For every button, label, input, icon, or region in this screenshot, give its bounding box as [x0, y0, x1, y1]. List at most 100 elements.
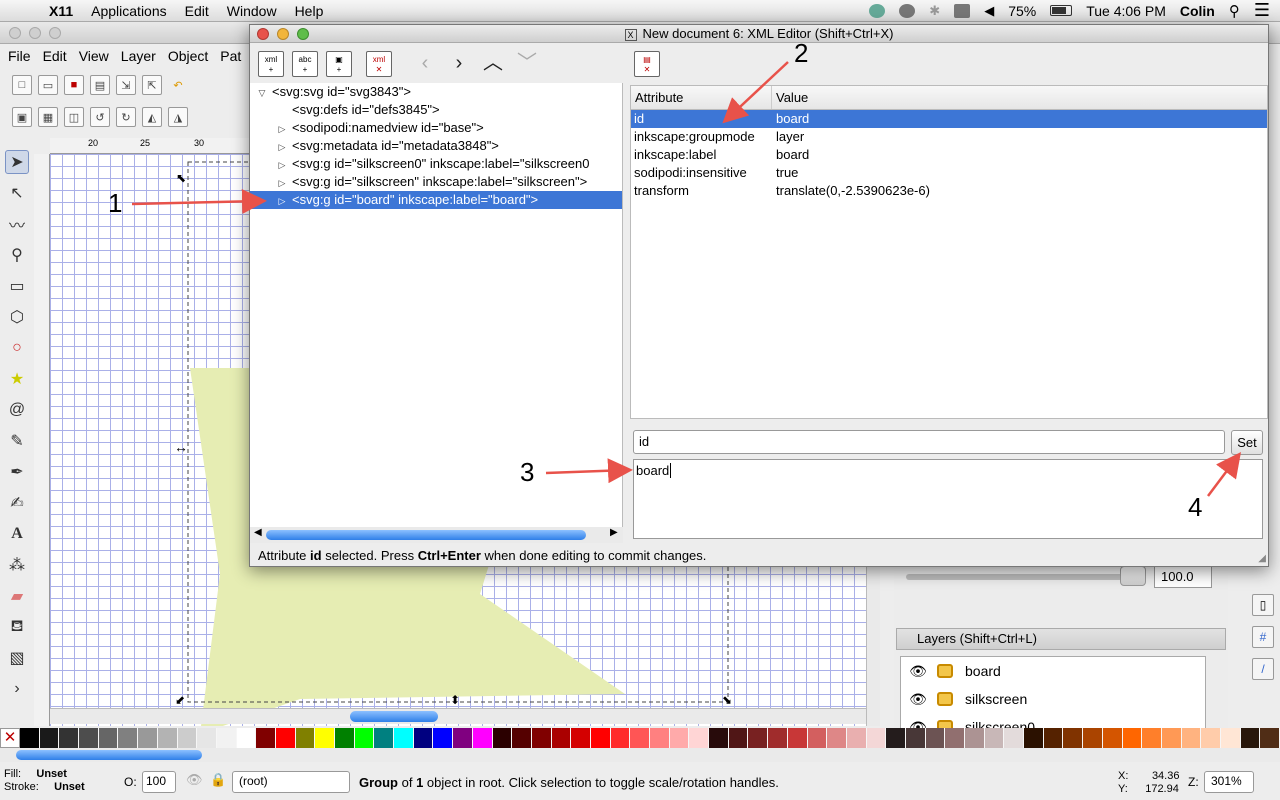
menu-window[interactable]: Window	[218, 3, 286, 19]
delete-attribute-icon[interactable]: ▤ ✕	[634, 51, 660, 77]
flip-vertical-icon[interactable]: ◮	[168, 107, 188, 127]
tree-horizontal-scrollbar[interactable]: ◀ ▶	[250, 527, 623, 543]
select-all-layers-icon[interactable]: ▦	[38, 107, 58, 127]
color-swatch[interactable]	[413, 728, 434, 748]
delete-node-icon[interactable]: xml ✕	[366, 51, 392, 77]
color-swatch[interactable]	[275, 728, 296, 748]
value-column-header[interactable]: Value	[772, 86, 808, 109]
new-element-node-icon[interactable]: xml +	[258, 51, 284, 77]
menu-applications[interactable]: Applications	[82, 3, 176, 19]
canvas-horizontal-scrollbar[interactable]	[50, 708, 866, 724]
print-icon[interactable]: ▤	[90, 75, 110, 95]
color-swatch[interactable]	[787, 728, 808, 748]
color-swatch[interactable]	[1083, 728, 1103, 748]
opacity-slider[interactable]	[906, 574, 1146, 580]
color-swatch[interactable]	[1102, 728, 1123, 748]
clock[interactable]: Tue 4:06 PM	[1086, 3, 1166, 19]
zoom-input[interactable]: 301%	[1204, 771, 1254, 793]
menu-help[interactable]: Help	[286, 3, 333, 19]
status-app-icon[interactable]	[869, 3, 886, 18]
menu-app-name[interactable]: X11	[40, 3, 82, 19]
color-swatch[interactable]	[748, 728, 769, 748]
menu-layer[interactable]: Layer	[115, 48, 162, 64]
bucket-tool-icon[interactable]: ⛾	[5, 615, 29, 639]
guides-toggle-icon[interactable]: /	[1252, 658, 1274, 680]
color-swatch[interactable]	[846, 728, 867, 748]
color-swatch[interactable]	[1161, 728, 1182, 748]
star-tool-icon[interactable]: ★	[5, 367, 29, 391]
layer-row[interactable]: 👁 board	[901, 657, 1205, 685]
spray-tool-icon[interactable]: ⁂	[5, 553, 29, 577]
visibility-eye-icon[interactable]: 👁	[907, 663, 929, 680]
xml-minimize-button[interactable]	[277, 28, 289, 40]
menu-path[interactable]: Pat	[214, 48, 247, 64]
tree-scroll-thumb[interactable]	[266, 530, 586, 540]
attribute-row[interactable]: sodipodi:insensitive true	[631, 164, 1267, 182]
duplicate-node-icon[interactable]: ▣ +	[326, 51, 352, 77]
xml-tree-node[interactable]: ▷ <svg:metadata id="metadata3848">	[250, 137, 622, 155]
layer-row[interactable]: 👁 silkscreen	[901, 685, 1205, 713]
scroll-right-icon[interactable]: ▶	[610, 527, 618, 538]
color-swatch[interactable]	[1043, 728, 1064, 748]
color-swatch[interactable]	[39, 728, 60, 748]
color-swatch[interactable]	[610, 728, 631, 748]
color-swatch[interactable]	[98, 728, 119, 748]
visibility-eye-icon[interactable]: 👁	[907, 691, 929, 708]
save-icon[interactable]: ■	[64, 75, 84, 95]
rotate-cw-icon[interactable]: ↻	[116, 107, 136, 127]
menu-edit-app[interactable]: Edit	[37, 48, 73, 64]
open-icon[interactable]: ▭	[38, 75, 58, 95]
calligraphy-tool-icon[interactable]: ✍	[5, 491, 29, 515]
expand-triangle-icon[interactable]: ▷	[276, 174, 288, 192]
color-swatch[interactable]	[20, 728, 40, 748]
color-swatch[interactable]	[1240, 728, 1261, 748]
attribute-row[interactable]: id board	[631, 110, 1267, 128]
lock-icon[interactable]	[937, 692, 953, 706]
color-swatch[interactable]	[905, 728, 926, 748]
color-swatch[interactable]	[630, 728, 650, 748]
color-swatch[interactable]	[315, 728, 335, 748]
color-swatch[interactable]	[177, 728, 198, 748]
expand-triangle-icon[interactable]: ▷	[276, 156, 288, 174]
attribute-row[interactable]: transform translate(0,-2.5390623e-6)	[631, 182, 1267, 200]
expand-triangle-icon[interactable]: ▷	[276, 138, 288, 156]
selector-tool-icon[interactable]: ➤	[5, 150, 29, 174]
xml-zoom-button[interactable]	[297, 28, 309, 40]
lower-node-icon[interactable]: ﹀	[514, 51, 540, 77]
tweak-tool-icon[interactable]: 〰	[5, 212, 29, 236]
menu-view[interactable]: View	[73, 48, 115, 64]
pencil-tool-icon[interactable]: ✎	[5, 429, 29, 453]
zoom-tool-icon[interactable]: ⚲	[5, 243, 29, 267]
color-swatch[interactable]	[689, 728, 710, 748]
volume-icon[interactable]: ◀	[984, 3, 994, 19]
xml-tree-node[interactable]: ▷ <sodipodi:namedview id="base">	[250, 119, 622, 137]
grid-toggle-icon[interactable]: #	[1252, 626, 1274, 648]
xml-tree-node[interactable]: ▷ <svg:g id="silkscreen0" inkscape:label=…	[250, 155, 622, 173]
color-swatch[interactable]	[827, 728, 847, 748]
color-swatch[interactable]	[492, 728, 513, 748]
opacity-input[interactable]: 100	[142, 771, 176, 793]
color-swatch[interactable]	[965, 728, 985, 748]
current-layer-select[interactable]: (root)	[232, 771, 350, 793]
main-minimize-button[interactable]	[29, 27, 41, 39]
attribute-column-header[interactable]: Attribute	[631, 86, 772, 109]
new-document-icon[interactable]: □	[12, 75, 32, 95]
expand-triangle-icon[interactable]: ▷	[276, 192, 288, 210]
expand-triangle-icon[interactable]: ▷	[276, 120, 288, 138]
lock-layer-icon[interactable]: 🔒	[210, 772, 226, 788]
color-swatch[interactable]	[925, 728, 946, 748]
attribute-name-input[interactable]: id	[633, 430, 1225, 454]
text-tool-icon[interactable]: A	[5, 522, 29, 546]
color-swatch[interactable]	[650, 728, 670, 748]
color-swatch[interactable]	[1201, 728, 1221, 748]
color-swatch[interactable]	[256, 728, 276, 748]
new-text-node-icon[interactable]: abc +	[292, 51, 318, 77]
color-swatch[interactable]	[551, 728, 572, 748]
color-swatch[interactable]	[197, 728, 217, 748]
color-swatch[interactable]	[157, 728, 178, 748]
eraser-tool-icon[interactable]: ▰	[5, 584, 29, 608]
color-swatch[interactable]	[1142, 728, 1162, 748]
color-swatch[interactable]	[472, 728, 493, 748]
select-all-icon[interactable]: ▣	[12, 107, 32, 127]
notification-list-icon[interactable]: ☰	[1254, 0, 1270, 21]
